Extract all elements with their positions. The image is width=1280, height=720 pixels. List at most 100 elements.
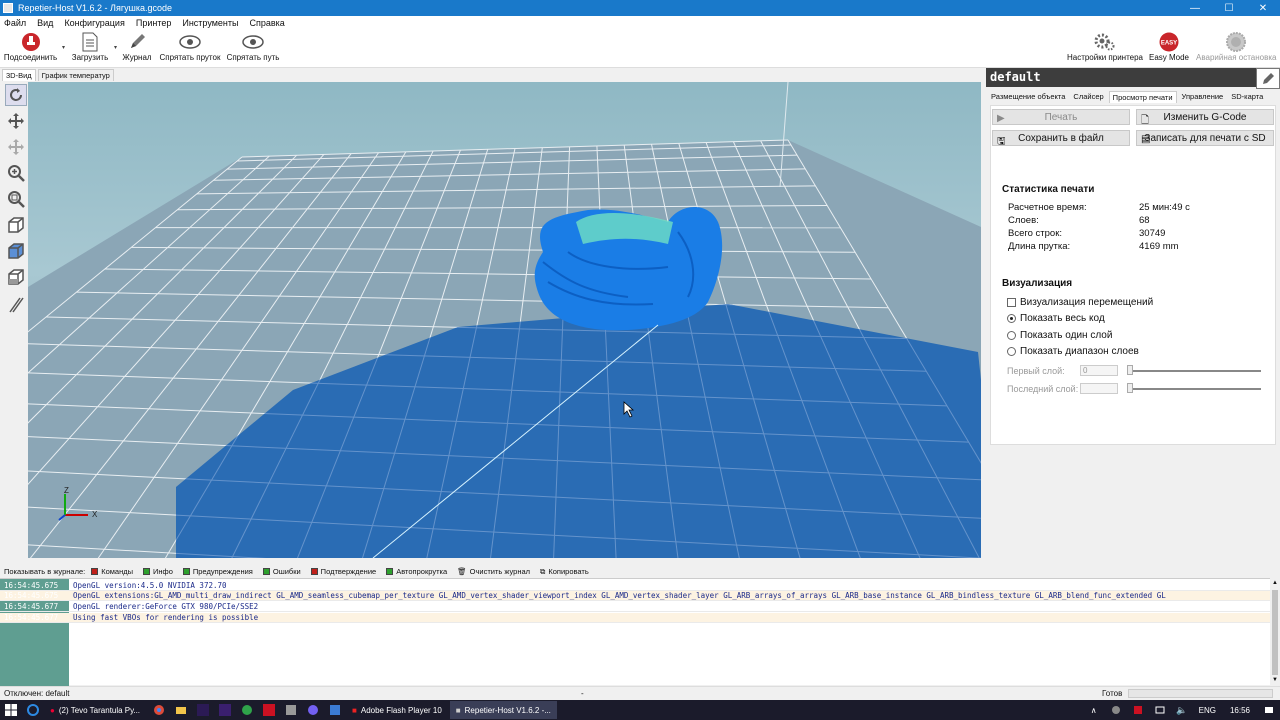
- menu-tools[interactable]: Инструменты: [182, 18, 238, 28]
- edge-icon[interactable]: [24, 703, 42, 717]
- app-gray-icon[interactable]: [282, 703, 300, 717]
- tab-slicer[interactable]: Слайсер: [1070, 91, 1106, 103]
- last-layer-spinner[interactable]: [1080, 383, 1118, 394]
- task-flash[interactable]: ■ Adobe Flash Player 10: [346, 701, 448, 719]
- filter-commands[interactable]: Команды: [91, 567, 133, 576]
- tray-chevron-icon[interactable]: ∧: [1085, 703, 1103, 717]
- profile-header: default: [986, 68, 1280, 89]
- move-view-button[interactable]: [5, 110, 27, 132]
- move-arrows-icon: [8, 113, 24, 129]
- menu-view[interactable]: Вид: [37, 18, 53, 28]
- tray-clock[interactable]: 16:56: [1230, 706, 1250, 715]
- parallel-view-button[interactable]: [5, 294, 27, 316]
- task-browser[interactable]: ● (2) Tevo Tarantula Ру...: [44, 701, 146, 719]
- tab-3d-view[interactable]: 3D-Вид: [2, 69, 36, 81]
- scroll-down-icon[interactable]: ▼: [1272, 677, 1278, 683]
- app-green-icon[interactable]: [238, 703, 256, 717]
- last-layer-slider[interactable]: [1127, 383, 1133, 393]
- tray-shield-icon[interactable]: [1129, 703, 1147, 717]
- show-one-layer-radio[interactable]: Показать один слой: [1007, 330, 1112, 341]
- printer-settings-button[interactable]: Настройки принтера: [1066, 32, 1144, 62]
- show-all-code-radio[interactable]: Показать весь код: [1007, 313, 1105, 324]
- connect-button[interactable]: Подсоединить: [3, 32, 58, 62]
- clear-log-button[interactable]: 🗑 Очистить журнал: [457, 567, 530, 576]
- close-button[interactable]: ✕: [1246, 0, 1280, 16]
- tab-control[interactable]: Управление: [1179, 91, 1227, 103]
- power-plug-icon: [21, 33, 40, 51]
- filter-acknowledge[interactable]: Подтверждение: [310, 567, 376, 576]
- premiere-icon[interactable]: [194, 703, 212, 717]
- hide-filament-button[interactable]: Спрятать пруток: [158, 32, 222, 62]
- save-file-button[interactable]: 🖫 Сохранить в файл: [992, 130, 1130, 147]
- front-view-button[interactable]: [5, 240, 27, 262]
- status-connection: Отключен: default: [4, 689, 70, 698]
- chrome-icon[interactable]: [150, 703, 168, 717]
- edit-gcode-button[interactable]: 🗋 Изменить G-Code: [1136, 109, 1274, 126]
- scroll-thumb[interactable]: [1272, 590, 1278, 675]
- menu-config[interactable]: Конфигурация: [64, 18, 124, 28]
- stat-filament-label: Длина прутка:: [1008, 241, 1071, 252]
- hide-path-label: Спрятать путь: [226, 53, 280, 62]
- stat-layers-value: 68: [1139, 215, 1150, 226]
- zoom-in-button[interactable]: [5, 162, 27, 184]
- notifications-icon[interactable]: [1260, 703, 1278, 717]
- maximize-button[interactable]: ☐: [1212, 0, 1246, 16]
- scroll-up-icon[interactable]: ▲: [1272, 580, 1278, 586]
- show-layer-range-radio[interactable]: Показать диапазон слоев: [1007, 346, 1139, 357]
- tray-language[interactable]: ENG: [1199, 706, 1216, 715]
- copy-log-button[interactable]: ⧉ Копировать: [540, 567, 589, 577]
- load-button[interactable]: Загрузить: [70, 32, 110, 62]
- show-one-layer-label: Показать один слой: [1020, 330, 1113, 341]
- log-button[interactable]: Журнал: [120, 32, 154, 62]
- filezilla-icon[interactable]: [260, 703, 278, 717]
- first-layer-spinner[interactable]: 0: [1080, 365, 1118, 376]
- filter-indicator-icon: [91, 568, 99, 575]
- log-area[interactable]: 16:54:45.675 OpenGL version:4.5.0 NVIDIA …: [0, 578, 1270, 686]
- load-dropdown-icon[interactable]: ▾: [114, 44, 117, 51]
- move-object-button[interactable]: [5, 136, 27, 158]
- log-line: 16:54:45.677 OpenGL renderer:GeForce GTX …: [0, 602, 1270, 612]
- filter-info[interactable]: Инфо: [143, 567, 173, 576]
- view-tools: [2, 82, 29, 558]
- stats-title: Статистика печати: [1002, 184, 1095, 195]
- menu-printer[interactable]: Принтер: [136, 18, 172, 28]
- emergency-stop-button[interactable]: Аварийная остановка: [1196, 32, 1276, 62]
- tray-volume-icon[interactable]: 🔈: [1173, 703, 1191, 717]
- zoom-fit-icon: [8, 191, 25, 208]
- task-repetier[interactable]: ■ Repetier-Host V1.6.2 -...: [449, 701, 557, 719]
- filter-errors[interactable]: Ошибки: [262, 567, 301, 576]
- app-blue-icon[interactable]: [326, 703, 344, 717]
- side-view-button[interactable]: [5, 266, 27, 288]
- task-repetier-label: Repetier-Host V1.6.2 -...: [464, 705, 551, 715]
- windows-start-icon[interactable]: [2, 703, 20, 717]
- tab-sd-card[interactable]: SD-карта: [1228, 91, 1266, 103]
- premiere-alt-icon[interactable]: [216, 703, 234, 717]
- easy-mode-icon: EASY: [1159, 32, 1179, 52]
- log-scrollbar[interactable]: ▲ ▼: [1270, 578, 1280, 685]
- minimize-button[interactable]: —: [1178, 0, 1212, 16]
- menu-help[interactable]: Справка: [249, 18, 284, 28]
- hide-path-button[interactable]: Спрятать путь: [225, 32, 281, 62]
- zoom-fit-button[interactable]: [5, 188, 27, 210]
- visualize-moves-checkbox[interactable]: Визуализация перемещений: [1007, 297, 1153, 308]
- filter-autoscroll[interactable]: Автопрокрутка: [386, 567, 447, 576]
- tab-print-preview[interactable]: Просмотр печати: [1108, 91, 1177, 103]
- first-layer-slider[interactable]: [1127, 365, 1133, 375]
- log-line: 16:54:45.675 OpenGL version:4.5.0 NVIDIA …: [0, 581, 1270, 591]
- viber-icon[interactable]: [304, 703, 322, 717]
- tab-object-placement[interactable]: Размещение объекта: [988, 91, 1068, 103]
- menu-file[interactable]: Файл: [4, 18, 26, 28]
- iso-view-button[interactable]: [5, 214, 27, 236]
- edit-profile-button[interactable]: [1256, 68, 1280, 89]
- tab-temperature-graph[interactable]: График температур: [37, 69, 114, 81]
- write-sd-button[interactable]: ▤ Записать для печати с SD: [1136, 130, 1274, 146]
- tray-network-icon[interactable]: [1151, 703, 1169, 717]
- rotate-view-button[interactable]: [5, 84, 27, 106]
- filter-warnings[interactable]: Предупреждения: [182, 567, 253, 576]
- print-button[interactable]: ▶ Печать: [992, 109, 1130, 125]
- connect-dropdown-icon[interactable]: ▾: [62, 44, 65, 51]
- 3d-viewport[interactable]: Z X: [28, 82, 981, 558]
- explorer-icon[interactable]: [172, 703, 190, 717]
- tray-app-icon[interactable]: [1107, 703, 1125, 717]
- easy-mode-button[interactable]: EASY Easy Mode: [1148, 32, 1190, 62]
